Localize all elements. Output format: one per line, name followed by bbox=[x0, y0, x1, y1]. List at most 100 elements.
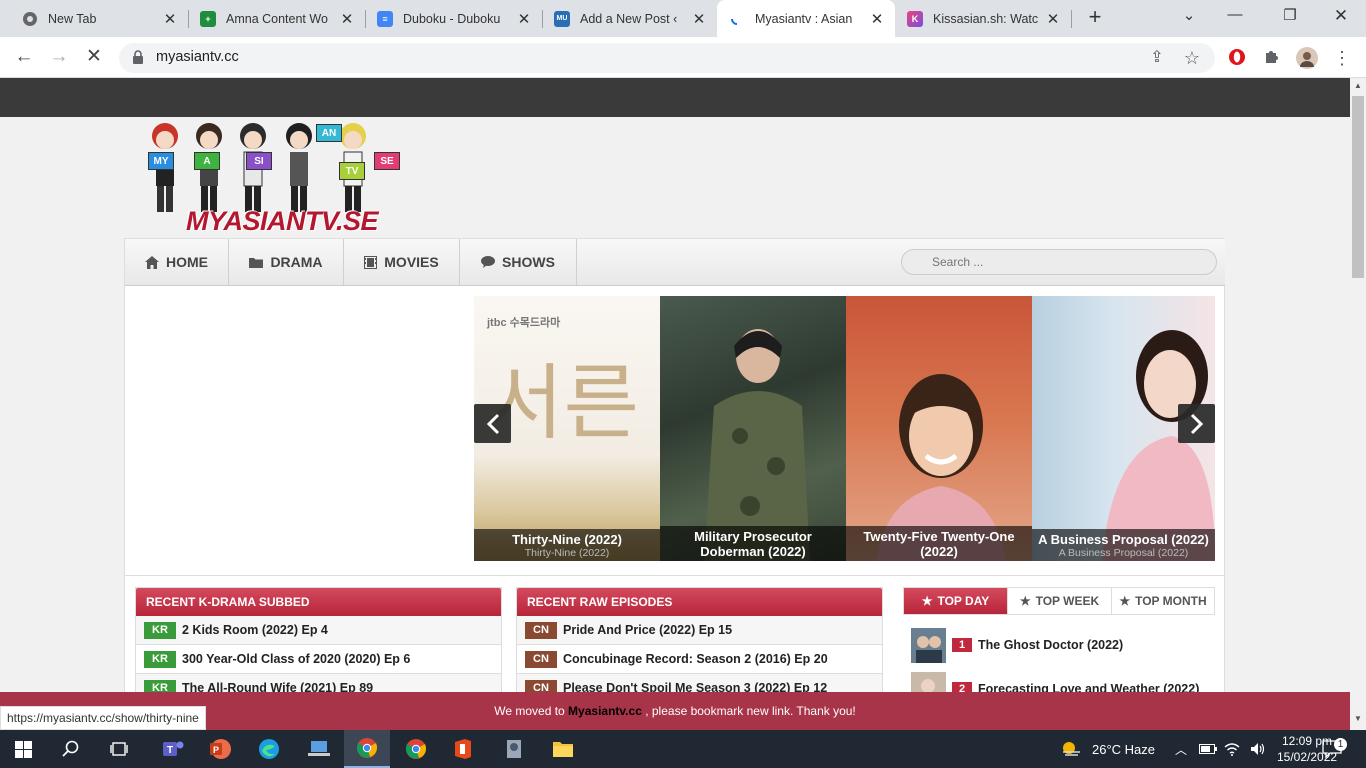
chrome-icon[interactable] bbox=[393, 730, 439, 768]
slide-subtitle: Thirty-Nine (2022) bbox=[524, 547, 610, 559]
tab-myasiantv[interactable]: Myasiantv : Asian ✕ bbox=[717, 0, 895, 37]
volume-icon[interactable] bbox=[1250, 730, 1266, 768]
new-tab-button[interactable]: + bbox=[1084, 6, 1106, 29]
episode-title[interactable]: Concubinage Record: Season 2 (2016) Ep 2… bbox=[563, 652, 828, 666]
list-item[interactable]: CN Concubinage Record: Season 2 (2016) Ep… bbox=[517, 645, 882, 674]
nav-movies[interactable]: MOVIES bbox=[344, 239, 460, 285]
notice-link[interactable]: Myasiantv.cc bbox=[568, 704, 642, 718]
windows-start-icon[interactable] bbox=[0, 730, 46, 768]
slide-military-prosecutor[interactable]: Military Prosecutor Doberman (2022) bbox=[660, 296, 846, 561]
battery-icon[interactable] bbox=[1199, 730, 1217, 768]
episode-title[interactable]: Pride And Price (2022) Ep 15 bbox=[563, 623, 732, 637]
star-icon: ★ bbox=[921, 594, 933, 608]
tab-kissasian[interactable]: K Kissasian.sh: Watc ✕ bbox=[895, 0, 1071, 37]
tab-duboku[interactable]: ≡ Duboku - Duboku ✕ bbox=[365, 0, 542, 37]
list-item[interactable]: CN Pride And Price (2022) Ep 15 bbox=[517, 616, 882, 645]
app-icon[interactable] bbox=[491, 730, 537, 768]
powerpoint-icon[interactable]: P bbox=[197, 730, 243, 768]
show-hidden-icons-chevron[interactable]: ︿ bbox=[1175, 730, 1187, 768]
close-tab-icon[interactable]: ✕ bbox=[516, 10, 532, 28]
panel-header: RECENT RAW EPISODES bbox=[517, 588, 882, 616]
logo-sign: SI bbox=[246, 152, 272, 170]
slide-caption: Thirty-Nine (2022) Thirty-Nine (2022) bbox=[474, 529, 660, 561]
list-item[interactable]: KR 300 Year-Old Class of 2020 (2020) Ep 6 bbox=[136, 645, 501, 674]
close-window-button[interactable]: ✕ bbox=[1329, 6, 1353, 28]
tab-top-week[interactable]: ★ TOP WEEK bbox=[1008, 588, 1112, 614]
slide-twenty-five[interactable]: Twenty-Five Twenty-One (2022) bbox=[846, 296, 1032, 561]
minimize-button[interactable]: — bbox=[1223, 6, 1247, 28]
tab-amna-content[interactable]: + Amna Content Wo ✕ bbox=[188, 0, 365, 37]
slide-title: A Business Proposal (2022) bbox=[1038, 532, 1209, 547]
svg-text:T: T bbox=[167, 745, 173, 756]
search-input[interactable] bbox=[901, 249, 1217, 275]
nav-shows-label: SHOWS bbox=[502, 254, 555, 270]
star-icon: ★ bbox=[1119, 594, 1131, 608]
chrome-taskbar-active-icon[interactable] bbox=[344, 730, 390, 768]
site-logo[interactable]: MY A SI AN TV SE MYASIANTV.SE bbox=[138, 118, 413, 238]
taskbar-search-icon[interactable] bbox=[48, 730, 94, 768]
close-tab-icon[interactable]: ✕ bbox=[162, 10, 178, 28]
slide-subtitle: A Business Proposal (2022) bbox=[1058, 547, 1189, 559]
slider-prev-button[interactable] bbox=[474, 404, 511, 443]
wifi-icon[interactable] bbox=[1224, 730, 1240, 768]
top-item-title[interactable]: The Ghost Doctor (2022) bbox=[978, 638, 1123, 652]
slide-title: Twenty-Five Twenty-One (2022) bbox=[863, 529, 1015, 559]
scroll-up-icon[interactable]: ▲ bbox=[1354, 81, 1362, 90]
url-text[interactable]: myasiantv.cc bbox=[156, 49, 239, 65]
country-badge: KR bbox=[144, 650, 176, 668]
lock-icon[interactable] bbox=[132, 50, 144, 64]
edge-icon[interactable] bbox=[246, 730, 292, 768]
country-badge: CN bbox=[525, 650, 557, 668]
tab-top-month[interactable]: ★ TOP MONTH bbox=[1112, 588, 1214, 614]
tab-top-day[interactable]: ★ TOP DAY bbox=[904, 588, 1008, 614]
bookmark-star-icon[interactable]: ☆ bbox=[1181, 47, 1203, 69]
tab-search-chevron-icon[interactable]: ⌄ bbox=[1177, 6, 1201, 28]
nav-shows[interactable]: SHOWS bbox=[460, 239, 577, 285]
forward-button[interactable]: → bbox=[46, 45, 72, 71]
teams-icon[interactable]: T bbox=[150, 730, 196, 768]
tab-add-new-post[interactable]: MU Add a New Post ‹ ✕ bbox=[542, 0, 717, 37]
share-icon[interactable]: ⇪ bbox=[1146, 47, 1168, 69]
main-container: HOME DRAMA MOVIES SHOWS jtbc 수목드라마 서른 Th… bbox=[124, 238, 1225, 730]
scrollbar-thumb[interactable] bbox=[1352, 96, 1364, 278]
extensions-puzzle-icon[interactable] bbox=[1261, 47, 1283, 69]
tab-new-tab[interactable]: New Tab ✕ bbox=[10, 0, 188, 37]
close-tab-icon[interactable]: ✕ bbox=[1045, 10, 1061, 28]
office-icon[interactable] bbox=[440, 730, 486, 768]
film-icon bbox=[364, 255, 378, 269]
logo-sign: A bbox=[194, 152, 220, 170]
file-explorer-icon[interactable] bbox=[540, 730, 586, 768]
opera-extension-icon[interactable] bbox=[1226, 47, 1248, 69]
tab-title: Myasiantv : Asian bbox=[755, 11, 853, 26]
site-top-bar bbox=[0, 78, 1350, 117]
close-tab-icon[interactable]: ✕ bbox=[691, 10, 707, 28]
laptop-app-icon[interactable] bbox=[296, 730, 342, 768]
task-view-icon[interactable] bbox=[96, 730, 142, 768]
tab-label: TOP WEEK bbox=[1035, 594, 1100, 608]
kissasian-icon: K bbox=[907, 10, 923, 27]
close-tab-icon[interactable]: ✕ bbox=[869, 10, 885, 28]
section-divider bbox=[125, 575, 1225, 576]
list-item[interactable]: KR 2 Kids Room (2022) Ep 4 bbox=[136, 616, 501, 645]
scroll-down-icon[interactable]: ▼ bbox=[1354, 714, 1362, 723]
address-bar[interactable] bbox=[119, 43, 1215, 73]
back-button[interactable]: ← bbox=[11, 45, 37, 71]
episode-title[interactable]: 300 Year-Old Class of 2020 (2020) Ep 6 bbox=[182, 652, 410, 666]
nav-home[interactable]: HOME bbox=[125, 239, 229, 285]
tab-label: TOP MONTH bbox=[1135, 594, 1207, 608]
close-tab-icon[interactable]: ✕ bbox=[339, 10, 355, 28]
browser-menu-icon[interactable]: ⋮ bbox=[1331, 47, 1353, 69]
profile-avatar[interactable] bbox=[1296, 47, 1318, 69]
episode-title[interactable]: 2 Kids Room (2022) Ep 4 bbox=[182, 623, 328, 637]
restore-button[interactable]: ❐ bbox=[1278, 6, 1302, 28]
nav-drama[interactable]: DRAMA bbox=[229, 239, 344, 285]
slider-next-button[interactable] bbox=[1178, 404, 1215, 443]
weather-widget[interactable]: 26°C Haze bbox=[1060, 730, 1155, 768]
stop-loading-button[interactable]: ✕ bbox=[81, 45, 107, 71]
wordpress-icon: MU bbox=[554, 10, 570, 27]
sheets-icon: + bbox=[200, 10, 216, 27]
top-list-item[interactable]: 1 The Ghost Doctor (2022) bbox=[911, 625, 1123, 665]
notifications-icon[interactable]: 1 bbox=[1322, 730, 1347, 768]
nav-movies-label: MOVIES bbox=[384, 254, 439, 270]
tab-title: Amna Content Wo bbox=[226, 11, 328, 26]
